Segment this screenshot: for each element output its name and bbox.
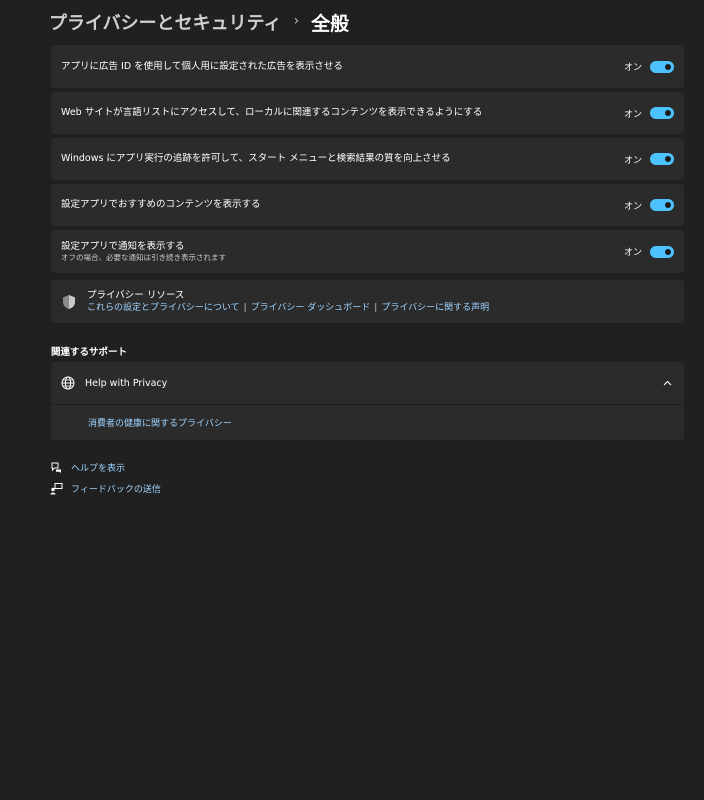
link-separator: | (243, 303, 247, 313)
privacy-settings-link[interactable]: これらの設定とプライバシーについて (87, 303, 240, 313)
toggle-group: オン (624, 60, 674, 73)
send-feedback-label: フィードバックの送信 (71, 485, 161, 495)
toggle-knob (665, 202, 671, 208)
toggle-group: オン (624, 245, 674, 258)
setting-row-language-list: Web サイトが言語リストにアクセスして、ローカルに関連するコンテンツを表示でき… (51, 92, 684, 134)
toggle-state-label: オン (623, 63, 642, 73)
privacy-resources-card: プライバシー リソース これらの設定とプライバシーについて | プライバシー ダッシ… (51, 280, 684, 323)
setting-label: 設定アプリで通知を表示する (61, 240, 185, 252)
setting-row-suggested-content: 設定アプリでおすすめのコンテンツを表示する オン (51, 184, 684, 226)
toggle-state-label: オン (623, 109, 642, 120)
privacy-resources-title: プライバシー リソース (87, 290, 185, 301)
setting-sublabel: オフの場合、必要な通知は引き続き表示されます (61, 252, 226, 262)
chevron-up-icon[interactable] (663, 380, 672, 386)
setting-label: Windows にアプリ実行の追跡を許可して、スタート メニューと検索結果の質を… (61, 153, 451, 164)
page-title: 全般 (311, 12, 350, 35)
get-help-link[interactable]: ヘルプを表示 (50, 461, 125, 474)
toggle-group: オン (624, 199, 674, 212)
privacy-dashboard-link[interactable]: プライバシー ダッシュボード (251, 303, 371, 313)
help-with-privacy-title: Help with Privacy (85, 377, 168, 389)
toggle-knob (665, 63, 671, 70)
toggle-group: オン (624, 107, 674, 120)
breadcrumb: プライバシーとセキュリティ › 全般 (49, 8, 349, 36)
setting-row-settings-notifications: 設定アプリで通知を表示する オフの場合、必要な通知は引き続き表示されます オン (51, 230, 684, 273)
get-help-label: ヘルプを表示 (71, 464, 126, 474)
related-support-heading: 関連するサポート (51, 347, 128, 358)
toggle-state-label: オン (623, 155, 642, 166)
settings-page: プライバシーとセキュリティ › 全般 アプリに広告 ID を使用して個人用に設定… (0, 0, 704, 800)
setting-label-group: 設定アプリで通知を表示する オフの場合、必要な通知は引き続き表示されます (61, 241, 624, 263)
language-list-toggle[interactable] (650, 107, 674, 119)
globe-icon (61, 376, 75, 390)
privacy-statement-link[interactable]: プライバシーに関する声明 (381, 303, 489, 313)
toggle-state-label: オン (623, 248, 642, 258)
advertising-id-toggle[interactable] (650, 60, 674, 73)
help-with-privacy-card: Help with Privacy 消費者の健康に関するプライバシー (51, 362, 684, 440)
breadcrumb-parent[interactable]: プライバシーとセキュリティ (49, 9, 282, 35)
toggle-knob (665, 248, 671, 255)
app-launch-tracking-toggle[interactable] (650, 153, 674, 165)
consumer-health-privacy-link[interactable]: 消費者の健康に関するプライバシー (88, 416, 232, 429)
toggle-knob (665, 110, 671, 116)
help-with-privacy-body: 消費者の健康に関するプライバシー (51, 405, 684, 440)
send-feedback-link[interactable]: フィードバックの送信 (50, 482, 161, 495)
setting-row-app-launch-tracking: Windows にアプリ実行の追跡を許可して、スタート メニューと検索結果の質を… (51, 138, 684, 180)
setting-row-advertising-id: アプリに広告 ID を使用して個人用に設定された広告を表示させる オン (51, 45, 684, 88)
breadcrumb-separator-icon: › (293, 13, 300, 29)
shield-icon (63, 294, 75, 309)
help-chat-icon (51, 462, 61, 473)
settings-notifications-toggle[interactable] (650, 245, 674, 258)
toggle-state-label: オン (623, 201, 642, 212)
setting-label: Web サイトが言語リストにアクセスして、ローカルに関連するコンテンツを表示でき… (61, 107, 483, 118)
link-separator: | (374, 303, 378, 313)
help-with-privacy-header[interactable]: Help with Privacy (51, 362, 684, 405)
setting-label: アプリに広告 ID を使用して個人用に設定された広告を表示させる (61, 60, 343, 72)
privacy-resources-text: プライバシー リソース これらの設定とプライバシーについて | プライバシー ダッシ… (87, 289, 489, 314)
toggle-knob (665, 156, 671, 162)
setting-label: 設定アプリでおすすめのコンテンツを表示する (61, 199, 261, 210)
toggle-group: オン (624, 153, 674, 166)
feedback-icon (50, 483, 63, 495)
privacy-resources-links: これらの設定とプライバシーについて | プライバシー ダッシュボード | プライバシーに… (87, 302, 489, 314)
suggested-content-toggle[interactable] (650, 199, 674, 211)
